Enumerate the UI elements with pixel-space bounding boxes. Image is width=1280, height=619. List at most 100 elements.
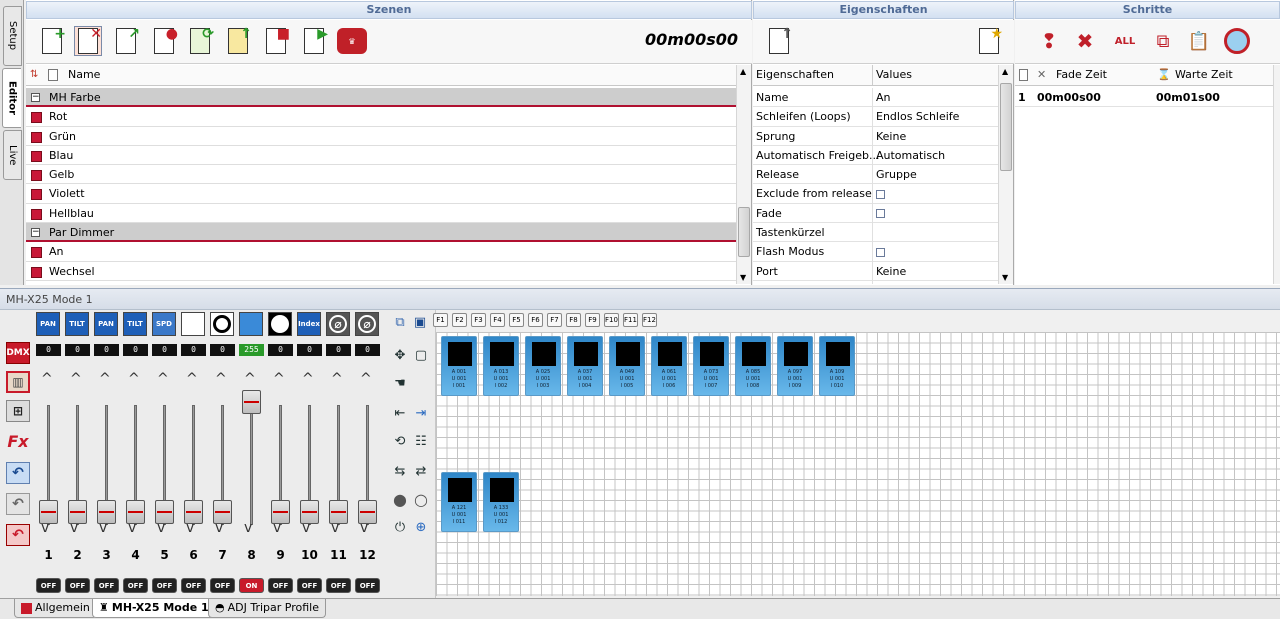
function-key-button[interactable]: F6 [528, 313, 543, 327]
channel-function-icon[interactable]: Index [297, 312, 322, 336]
scroll-thumb[interactable] [738, 207, 750, 257]
props-scroll-up-icon[interactable]: ▲ [1002, 67, 1008, 76]
fader-knob[interactable] [68, 500, 87, 524]
scroll-up-icon[interactable]: ▲ [740, 67, 746, 76]
scene-fx-button[interactable]: ♛ [336, 26, 368, 56]
props-scroll-down-icon[interactable]: ▼ [1002, 273, 1008, 282]
fader-knob[interactable] [213, 500, 232, 524]
circle-filled-icon[interactable]: ● [391, 490, 409, 509]
fx-button[interactable]: Fx [6, 430, 30, 452]
fixture-tile[interactable]: A 121 U 001 I 011 [441, 472, 477, 532]
all-steps-button[interactable]: ALL [1111, 26, 1139, 56]
fixture-tile[interactable]: A 133 U 001 I 012 [483, 472, 519, 532]
fader-up-icon[interactable]: ^ [273, 371, 285, 387]
fader-knob[interactable] [242, 390, 261, 414]
tab-allgemein[interactable]: Allgemein [14, 599, 97, 618]
dmx-button[interactable]: DMX [6, 342, 30, 364]
channel-function-icon[interactable] [268, 312, 293, 336]
property-row[interactable]: Automatisch Freigeb...Automatisch Freige… [753, 145, 998, 181]
property-value[interactable]: Gruppe [876, 165, 917, 184]
channel-function-icon[interactable]: PAN [36, 312, 61, 336]
function-key-button[interactable]: F8 [566, 313, 581, 327]
fixture-tile[interactable]: A 109 U 001 I 010 [819, 336, 855, 396]
channel-fader[interactable]: ^ v [239, 365, 264, 540]
fader-up-icon[interactable]: ^ [70, 371, 82, 387]
channel-toggle-button[interactable]: OFF [36, 578, 61, 593]
property-row[interactable]: Exclude from release [753, 184, 998, 204]
property-row[interactable]: Port Keine [753, 261, 998, 281]
function-key-button[interactable]: F4 [490, 313, 505, 327]
steps-scrollbar[interactable] [1273, 65, 1280, 284]
channel-function-icon[interactable]: PAN [94, 312, 119, 336]
scenes-scrollbar[interactable]: ▲ ▼ [736, 65, 751, 284]
properties-scrollbar[interactable]: ▲ ▼ [998, 65, 1013, 284]
channel-function-icon[interactable]: ⌀ [326, 312, 351, 336]
channel-toggle-button[interactable]: OFF [65, 578, 90, 593]
fader-up-icon[interactable]: ^ [186, 371, 198, 387]
circle-empty-icon[interactable]: ○ [412, 490, 430, 509]
fader-knob[interactable] [184, 500, 203, 524]
property-value[interactable]: Keine [876, 262, 906, 281]
channel-fader[interactable]: ^ v [355, 365, 380, 540]
channel-function-icon[interactable]: SPD [152, 312, 177, 336]
fixture-tile[interactable]: A 025 U 001 I 003 [525, 336, 561, 396]
tab-mh-x25[interactable]: ♜ MH-X25 Mode 1 [92, 599, 216, 618]
step-timer-button[interactable] [1223, 26, 1251, 56]
fader-up-icon[interactable]: ^ [157, 371, 169, 387]
fader-up-icon[interactable]: ^ [331, 371, 343, 387]
property-checkbox[interactable] [876, 209, 885, 219]
property-row[interactable]: Sprung Keine [753, 126, 998, 146]
scene-row[interactable]: Blau [26, 145, 736, 166]
scroll-down-icon[interactable]: ▼ [740, 273, 746, 282]
fixture-tile[interactable]: A 037 U 001 I 004 [567, 336, 603, 396]
align-right-icon[interactable]: ⇥ [412, 404, 430, 422]
fader-knob[interactable] [358, 500, 377, 524]
faders-view-button[interactable]: ▥ [6, 371, 30, 393]
channel-toggle-button[interactable]: OFF [210, 578, 235, 593]
property-value[interactable]: Endlos Schleife [876, 107, 959, 126]
fader-knob[interactable] [39, 500, 58, 524]
scene-group-row[interactable]: − Par Dimmer [26, 223, 736, 243]
align-left-icon[interactable]: ⇤ [391, 404, 409, 422]
tab-adj-tripar[interactable]: ◓ ADJ Tripar Profile [208, 599, 326, 618]
channel-function-icon[interactable]: TILT [123, 312, 148, 336]
property-row[interactable]: Name An [753, 88, 998, 108]
property-row[interactable]: Schleifen (Loops) Endlos Schleife [753, 107, 998, 127]
fixture-tile[interactable]: A 061 U 001 I 006 [651, 336, 687, 396]
channel-function-icon[interactable]: TILT [65, 312, 90, 336]
fader-up-icon[interactable]: ^ [99, 371, 111, 387]
channel-toggle-button[interactable]: OFF [355, 578, 380, 593]
scene-row[interactable]: Gelb [26, 165, 736, 185]
scene-export-button[interactable]: ▶ [300, 26, 328, 56]
channel-fader[interactable]: ^ v [210, 365, 235, 540]
property-row[interactable]: Fade [753, 203, 998, 224]
function-key-button[interactable]: F3 [471, 313, 486, 327]
paste-step-button[interactable]: 📋 [1185, 26, 1213, 56]
frame-icon[interactable]: ▢ [412, 346, 430, 364]
rotate-icon[interactable]: ⟲ [391, 432, 409, 450]
scene-color-button[interactable]: ■ [262, 26, 290, 56]
tab-live[interactable]: Live [3, 130, 22, 180]
copy-step-button[interactable]: ⧉ [1149, 26, 1177, 56]
undo-red-button[interactable]: ↶ [6, 524, 30, 546]
undo-blue-button[interactable]: ↶ [6, 462, 30, 484]
new-scene-button[interactable]: + [38, 26, 66, 56]
open-folder-button[interactable]: ↑ [224, 26, 252, 56]
function-key-button[interactable]: F7 [547, 313, 562, 327]
property-checkbox[interactable] [876, 189, 885, 199]
channel-toggle-button[interactable]: OFF [181, 578, 206, 593]
function-key-button[interactable]: F10 [604, 313, 619, 327]
fixture-tile[interactable]: A 085 U 001 I 008 [735, 336, 771, 396]
function-key-button[interactable]: F9 [585, 313, 600, 327]
channel-fader[interactable]: ^ v [36, 365, 61, 540]
channel-toggle-button[interactable]: ON [239, 578, 264, 593]
select-all-icon[interactable]: ⧉ [391, 313, 409, 331]
fixture-tile[interactable]: A 073 U 001 I 007 [693, 336, 729, 396]
channel-fader[interactable]: ^ v [65, 365, 90, 540]
channel-fader[interactable]: ^ v [297, 365, 322, 540]
step-row[interactable]: 1 00m00s00 00m01s00 [1015, 88, 1273, 108]
scene-row[interactable]: Violett [26, 184, 736, 204]
fader-knob[interactable] [271, 500, 290, 524]
fixture-tile[interactable]: A 001 U 001 I 001 [441, 336, 477, 396]
channel-function-icon[interactable] [210, 312, 235, 336]
